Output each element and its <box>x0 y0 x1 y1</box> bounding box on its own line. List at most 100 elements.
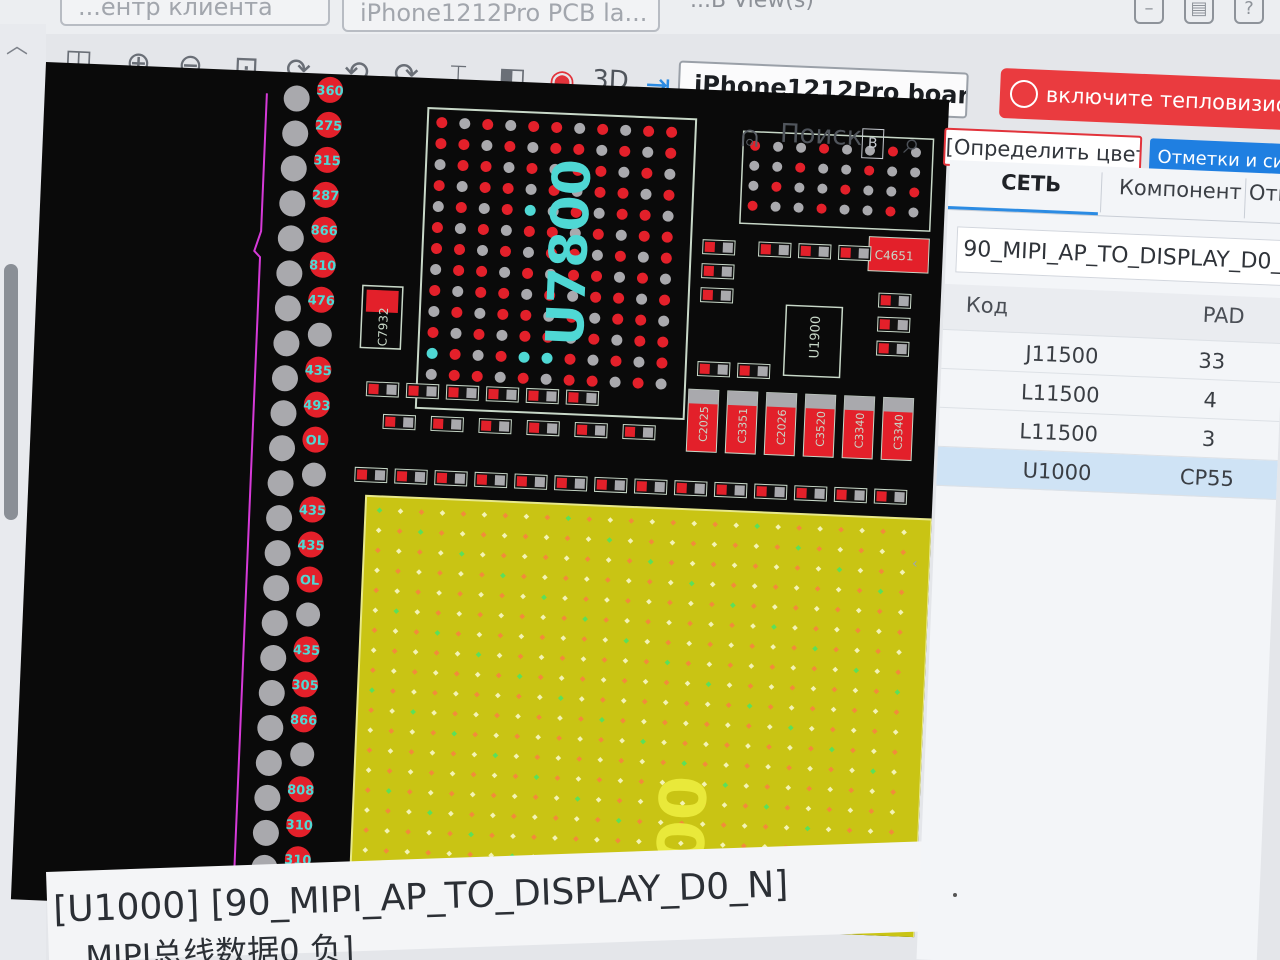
row-pad: CP55 <box>1179 464 1235 492</box>
bga-pad <box>500 224 512 236</box>
bga-pad <box>540 373 552 385</box>
connector-pin <box>301 462 326 487</box>
smd-pad <box>498 421 510 432</box>
bga-pad <box>661 231 673 243</box>
capacitor-pad <box>766 392 797 408</box>
smd-pad <box>734 485 745 496</box>
tab-separator <box>1243 178 1247 219</box>
smd-pad <box>778 244 789 256</box>
smd-pad <box>396 471 408 482</box>
bga-pad <box>454 222 466 234</box>
smd-pad <box>450 419 462 430</box>
tab-marks[interactable]: Отм <box>1248 181 1280 207</box>
bga-pad <box>908 207 919 218</box>
capacitor-label: C2025 <box>697 406 711 442</box>
smd-pad <box>374 470 386 481</box>
net-name-field[interactable]: 90_MIPI_AP_TO_DISPLAY_D0_N <box>955 226 1280 287</box>
bga-pad <box>454 243 466 255</box>
minimize-icon[interactable]: – <box>1134 0 1164 24</box>
pin-net-label: 810 <box>309 258 337 274</box>
smd-pad <box>836 489 847 500</box>
bga-pad <box>610 355 622 367</box>
pin-net-label: 866 <box>290 713 318 729</box>
bga-pad <box>453 264 465 276</box>
bga-pad <box>473 328 485 340</box>
bga-pad <box>634 335 646 347</box>
smd-pad <box>760 244 771 255</box>
net-info-panel: СЕТЬ Компонент Отм 90_MIPI_AP_TO_DISPLAY… <box>916 160 1280 960</box>
smd-pad <box>722 242 734 253</box>
bga-pad <box>662 210 674 222</box>
document-icon[interactable]: ▤ <box>1184 0 1214 24</box>
bga-pad <box>432 201 444 213</box>
chip-u1900-label: U1900 <box>807 316 824 359</box>
tab-client-center[interactable]: ...ентр клиента <box>60 0 330 26</box>
pin-net-label: OL <box>305 433 325 449</box>
smd-pad <box>614 480 625 491</box>
smd-pad <box>448 387 459 398</box>
mouse-icon[interactable]: ⍝ <box>729 117 771 159</box>
pin-net-label: 435 <box>297 538 325 554</box>
smd-pad <box>594 425 606 436</box>
bga-pad <box>611 334 623 346</box>
pin-net-label: 287 <box>312 188 340 204</box>
tab-pcb-views[interactable]: ...B View(s) <box>690 0 814 13</box>
bga-pad <box>429 284 441 296</box>
bga-pad <box>495 350 507 362</box>
pcb-canvas[interactable]: U7800 000 360275315287866810476435493OL4… <box>11 62 949 938</box>
bga-pad <box>613 292 625 304</box>
smd-pad <box>528 422 540 433</box>
bga-pad <box>431 222 443 234</box>
smd-pad <box>408 385 419 396</box>
help-icon[interactable]: ? <box>1234 0 1264 24</box>
tab-net[interactable]: СЕТЬ <box>1001 170 1062 196</box>
smd-pad <box>800 245 811 257</box>
connector-pin <box>263 575 290 602</box>
smd-pad <box>880 295 891 306</box>
smd-pad <box>721 266 733 277</box>
smd-pad <box>894 491 905 503</box>
column-code[interactable]: Код <box>965 293 1008 319</box>
component-c4651-label: C4651 <box>874 248 913 264</box>
bga-pad <box>656 357 668 369</box>
smd-pad <box>494 475 506 486</box>
bga-pad <box>770 201 781 212</box>
app-window: ...ентр клиента iPhone1212Pro PCB la... … <box>0 0 1280 960</box>
search-input[interactable]: B <box>861 128 885 160</box>
connector-pin <box>296 602 321 627</box>
connector-pin <box>276 260 303 287</box>
search-label: Поиск <box>779 118 864 153</box>
pcb-board-view[interactable]: U7800 000 360 275 315 287 866 810 476 435 493 OL 4… <box>10 62 950 938</box>
bga-pad <box>659 273 671 285</box>
smd-pad <box>896 343 907 355</box>
smd-pad <box>586 392 597 404</box>
smd-pad <box>414 471 426 483</box>
bga-pad <box>617 187 629 199</box>
column-pad[interactable]: PAD <box>1193 302 1254 329</box>
bga-pad <box>525 183 537 195</box>
bga-pad <box>455 202 467 214</box>
connector-pin <box>307 322 332 347</box>
tab-component[interactable]: Компонент <box>1119 175 1243 204</box>
capacitor-pad <box>805 394 836 410</box>
tab-pcb-layout[interactable]: iPhone1212Pro PCB la... <box>342 0 660 32</box>
smd-pad <box>676 482 687 494</box>
vertical-scrollbar[interactable] <box>4 264 18 520</box>
smd-pad <box>717 364 728 375</box>
bga-pad <box>497 308 509 320</box>
status-net-info: [U1000] [90_MIPI_AP_TO_DISPLAY_D0_N] <box>52 864 789 931</box>
search-icon[interactable]: ⌕ <box>891 123 933 165</box>
bga-pad <box>451 306 463 318</box>
connector-pin <box>258 680 285 707</box>
panel-collapse-arrow-icon[interactable]: ‹ <box>912 556 918 572</box>
chip-u7800-label: U7800 <box>536 158 604 347</box>
smd-pad <box>704 241 716 253</box>
smd-pad <box>796 487 807 499</box>
bga-pad <box>425 368 437 380</box>
smd-pad <box>432 418 444 429</box>
bga-pad <box>658 315 670 327</box>
bga-pad <box>426 347 438 359</box>
bga-pad <box>563 374 575 386</box>
bga-pad <box>663 189 675 201</box>
bga-pad <box>660 252 672 264</box>
